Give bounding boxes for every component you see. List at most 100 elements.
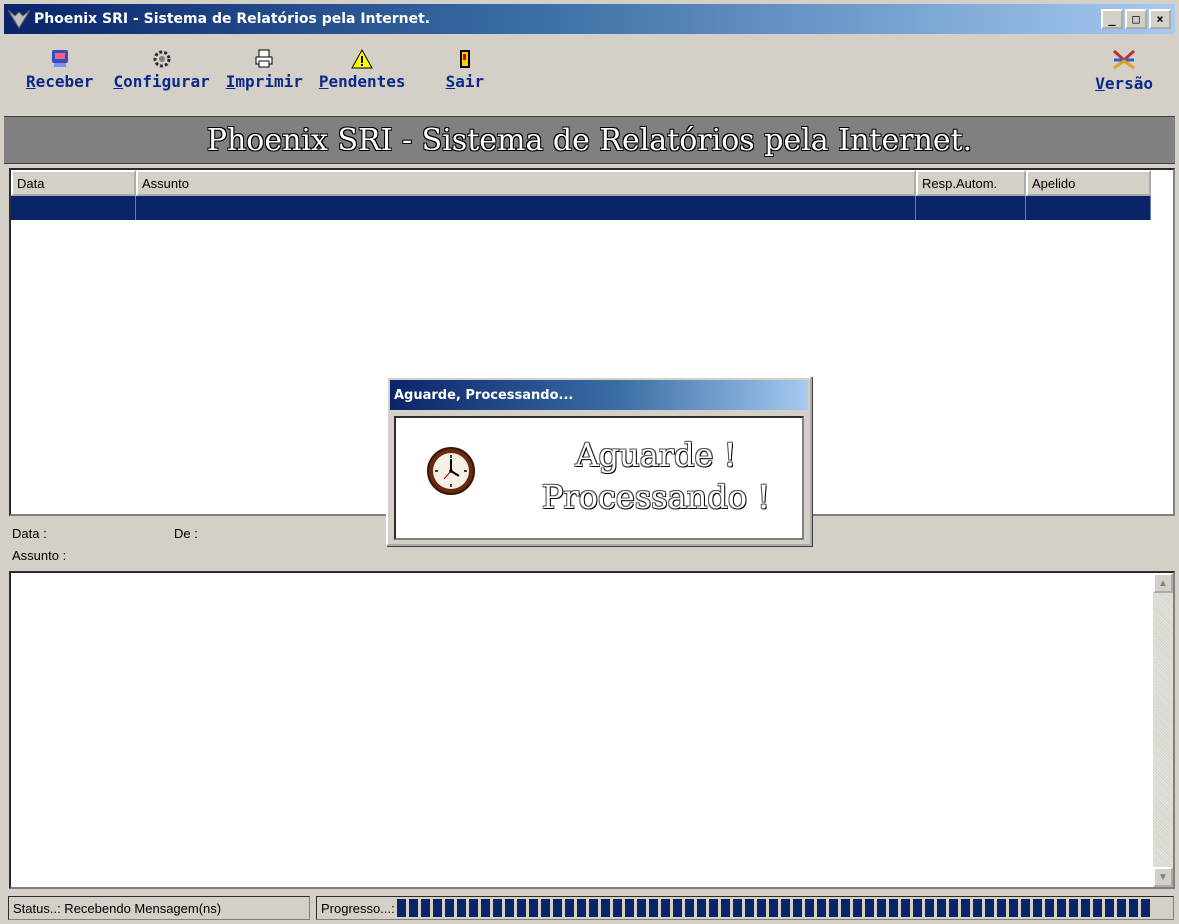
toolbar: Receber Configurar Imprimir Pendentes Sa… (4, 38, 1175, 114)
progress-block (516, 899, 526, 917)
progress-block (972, 899, 982, 917)
exit-door-icon (459, 50, 470, 68)
processing-dialog[interactable]: Aguarde, Processando... Aguarde ! Proces… (386, 376, 812, 546)
progress-block (720, 899, 730, 917)
progress-block (480, 899, 490, 917)
receber-hotkey: R (26, 72, 36, 91)
minimize-button[interactable]: _ (1101, 9, 1123, 29)
progress-block (840, 899, 850, 917)
version-logo-icon (1113, 49, 1136, 70)
imprimir-button[interactable]: Imprimir (226, 38, 303, 91)
row-cell-data (11, 196, 136, 220)
dialog-message: Aguarde ! Processando ! (516, 434, 796, 518)
configurar-label: onfigurar (123, 72, 210, 91)
progress-block (468, 899, 478, 917)
progress-block (588, 899, 598, 917)
list-header: Data Assunto Resp.Autom. Apelido (11, 170, 1173, 196)
status-text: Status..: Recebendo Mensagem(ns) (13, 900, 222, 916)
progress-block (1080, 899, 1090, 917)
progress-block (888, 899, 898, 917)
progress-block (708, 899, 718, 917)
configurar-hotkey: C (113, 72, 124, 91)
progress-block (396, 899, 406, 917)
progress-block (828, 899, 838, 917)
banner-title: Phoenix SRI - Sistema de Relatórios pela… (206, 122, 973, 158)
receber-button[interactable]: Receber (26, 38, 93, 91)
dialog-title-bar[interactable]: Aguarde, Processando... (390, 380, 808, 410)
row-cell-apelido (1026, 196, 1151, 220)
progress-block (1116, 899, 1126, 917)
scroll-up-icon: ▲ (1158, 577, 1168, 589)
versao-button[interactable]: Versão (1095, 38, 1153, 93)
vertical-scrollbar[interactable]: ▲ ▼ (1153, 573, 1173, 887)
sair-button[interactable]: Sair (446, 38, 484, 91)
warning-icon (351, 48, 374, 69)
maximize-button[interactable]: □ (1125, 9, 1147, 29)
pendentes-label: endentes (328, 72, 406, 91)
pendentes-button[interactable]: Pendentes (319, 38, 406, 91)
progress-block (1056, 899, 1066, 917)
title-bar[interactable]: Phoenix SRI - Sistema de Relatórios pela… (4, 4, 1175, 34)
message-body[interactable]: ▲ ▼ (9, 571, 1175, 889)
main-window: Phoenix SRI - Sistema de Relatórios pela… (0, 0, 1179, 924)
progress-block (924, 899, 934, 917)
progress-panel: Progresso...: (316, 896, 1174, 920)
progress-block (636, 899, 646, 917)
pendentes-hotkey: P (318, 72, 329, 91)
progress-block (744, 899, 754, 917)
scroll-down-icon: ▼ (1158, 871, 1168, 883)
progress-block (912, 899, 922, 917)
progress-block (684, 899, 694, 917)
progress-block (552, 899, 562, 917)
progress-block (504, 899, 514, 917)
maximize-icon: □ (1132, 12, 1140, 26)
progress-block (444, 899, 454, 917)
app-banner: Phoenix SRI - Sistema de Relatórios pela… (4, 116, 1175, 164)
progress-block (768, 899, 778, 917)
phoenix-app-icon (7, 9, 31, 29)
progress-block (1104, 899, 1114, 917)
progress-block (996, 899, 1006, 917)
column-header-apelido[interactable]: Apelido (1026, 170, 1151, 196)
scroll-down-button[interactable]: ▼ (1153, 867, 1173, 887)
column-header-resp-autom[interactable]: Resp.Autom. (916, 170, 1026, 196)
progress-block (528, 899, 538, 917)
progress-block (492, 899, 502, 917)
dialog-title: Aguarde, Processando... (394, 387, 574, 403)
dialog-line-2: Processando ! (541, 478, 771, 516)
close-button[interactable]: × (1149, 9, 1171, 29)
progress-block (600, 899, 610, 917)
versao-label: ersão (1104, 74, 1153, 93)
progress-block (1008, 899, 1018, 917)
scroll-up-button[interactable]: ▲ (1153, 573, 1173, 593)
progress-block (1044, 899, 1054, 917)
configurar-button[interactable]: Configurar (113, 38, 210, 91)
progress-block (1092, 899, 1102, 917)
progress-block (804, 899, 814, 917)
progress-bar (395, 899, 1150, 917)
dialog-line-1: Aguarde ! (575, 436, 737, 474)
progress-block (960, 899, 970, 917)
window-title: Phoenix SRI - Sistema de Relatórios pela… (34, 11, 431, 27)
progress-block (1128, 899, 1138, 917)
progress-block (672, 899, 682, 917)
progress-block (900, 899, 910, 917)
progress-block (1032, 899, 1042, 917)
progress-block (432, 899, 442, 917)
progress-block (732, 899, 742, 917)
receive-icon (51, 50, 68, 67)
row-cell-assunto (136, 196, 916, 220)
versao-hotkey: V (1095, 74, 1105, 93)
progress-block (624, 899, 634, 917)
imprimir-label: mprimir (235, 72, 303, 91)
progress-block (780, 899, 790, 917)
progress-block (876, 899, 886, 917)
progress-block (540, 899, 550, 917)
progress-block (576, 899, 586, 917)
column-header-assunto[interactable]: Assunto (136, 170, 916, 196)
progress-block (408, 899, 418, 917)
table-row[interactable] (11, 196, 1151, 220)
progress-block (756, 899, 766, 917)
minimize-icon: _ (1108, 12, 1116, 26)
column-header-data[interactable]: Data (11, 170, 136, 196)
